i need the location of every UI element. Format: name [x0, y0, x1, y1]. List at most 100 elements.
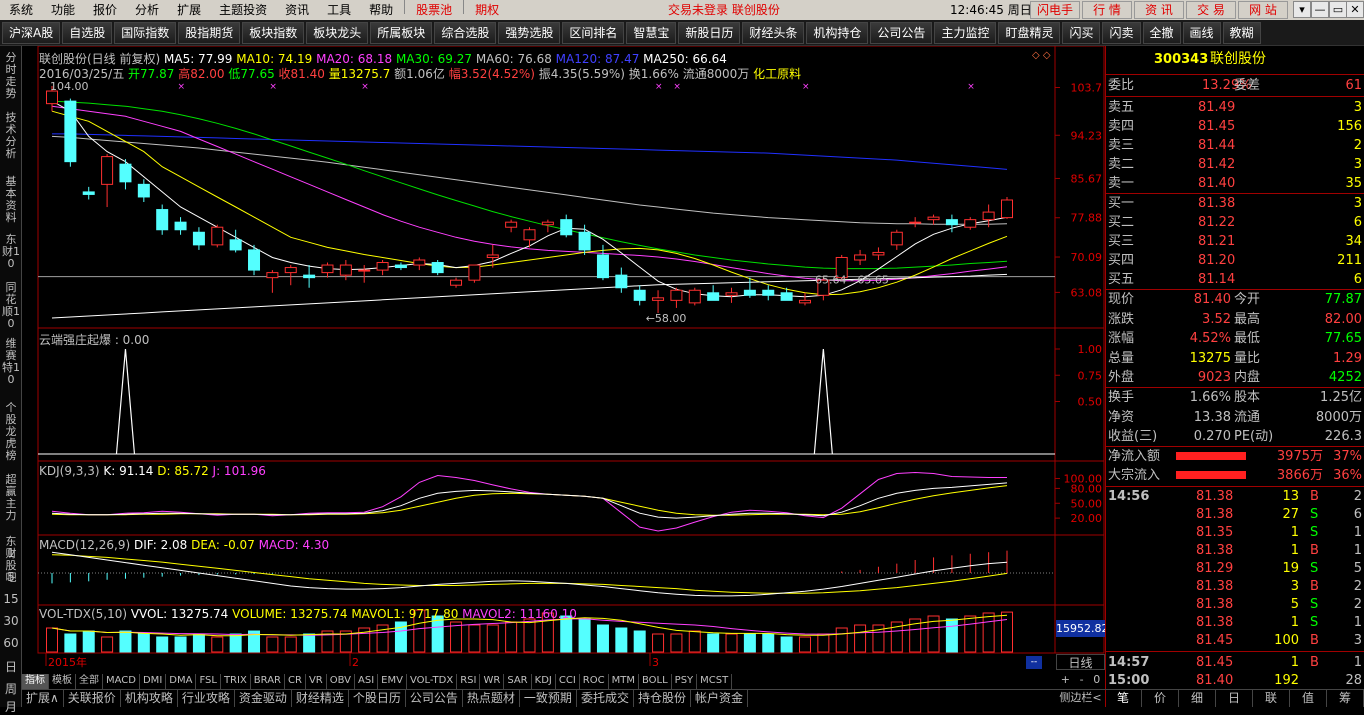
menu-item-6[interactable]: 资讯: [276, 0, 318, 20]
left-nav-2[interactable]: 基本资料: [2, 176, 20, 228]
toolbar-button-14[interactable]: 公司公告: [870, 21, 933, 44]
indicator-tab-16[interactable]: WR: [480, 673, 505, 689]
chart-canvas[interactable]: 103.794.2385.6777.8870.0963.08104.00←58.…: [22, 46, 1105, 673]
toolbar-button-13[interactable]: 机构持仓: [806, 21, 869, 44]
status-tab-3[interactable]: 行业攻略: [178, 690, 235, 707]
website-button[interactable]: 网 站: [1238, 1, 1288, 19]
period-5[interactable]: 日: [0, 658, 22, 675]
period-label[interactable]: 日线: [1056, 654, 1105, 670]
toolbar-button-19[interactable]: 全撤: [1142, 21, 1181, 44]
indicator-tab-20[interactable]: ROC: [580, 673, 609, 689]
toolbar-button-4[interactable]: 板块指数: [242, 21, 305, 44]
indicator-tab-22[interactable]: BOLL: [639, 673, 672, 689]
menu-item-7[interactable]: 工具: [318, 0, 360, 20]
status-tab-1[interactable]: 关联报价: [64, 690, 121, 707]
toolbar-button-12[interactable]: 财经头条: [742, 21, 805, 44]
quote-tab-4[interactable]: 联: [1253, 690, 1290, 707]
indicator-tab-6[interactable]: FSL: [196, 673, 221, 689]
indicator-tab-21[interactable]: MTM: [609, 673, 639, 689]
period-6[interactable]: 周: [0, 680, 22, 697]
close-icon[interactable]: ✕: [1346, 1, 1364, 18]
indicator-tab-23[interactable]: PSY: [672, 673, 698, 689]
indicator-tab-17[interactable]: SAR: [504, 673, 532, 689]
quote-button[interactable]: 行 情: [1082, 1, 1132, 19]
toolbar-button-11[interactable]: 新股日历: [678, 21, 741, 44]
toolbar-button-6[interactable]: 所属板块: [370, 21, 433, 44]
trade-button[interactable]: 交 易: [1186, 1, 1236, 19]
status-tab-10[interactable]: 委托成交: [577, 690, 634, 707]
left-nav-6[interactable]: 个股龙虎榜: [2, 402, 20, 470]
menu-red-item-0[interactable]: 股票池: [407, 0, 461, 20]
indicator-tab-24[interactable]: MCST: [697, 673, 733, 689]
toolbar-button-3[interactable]: 股指期货: [178, 21, 241, 44]
indicator-tab-3[interactable]: MACD: [103, 673, 140, 689]
quote-tab-0[interactable]: 笔: [1105, 690, 1142, 707]
maximize-icon[interactable]: ▭: [1329, 1, 1347, 18]
period-4[interactable]: 60: [0, 636, 22, 650]
indicator-tab-9[interactable]: CR: [285, 673, 306, 689]
toolbar-button-2[interactable]: 国际指数: [114, 21, 177, 44]
status-tab-12[interactable]: 帐户资金: [691, 690, 748, 707]
toolbar-button-16[interactable]: 盯盘精灵: [998, 21, 1061, 44]
indicator-tab-2[interactable]: 全部: [76, 673, 103, 689]
menu-item-8[interactable]: 帮助: [360, 0, 402, 20]
quote-tab-1[interactable]: 价: [1142, 690, 1179, 707]
period-2[interactable]: 15: [0, 592, 22, 606]
indicator-tab-5[interactable]: DMA: [166, 673, 197, 689]
reset-icon[interactable]: 0: [1093, 673, 1100, 689]
status-tab-5[interactable]: 财经精选: [292, 690, 349, 707]
period-1[interactable]: 5: [0, 570, 22, 584]
status-tab-6[interactable]: 个股日历: [349, 690, 406, 707]
status-tab-0[interactable]: 扩展∧: [22, 690, 64, 707]
left-nav-4[interactable]: 同花顺10: [2, 282, 20, 334]
toolbar-button-7[interactable]: 综合选股: [434, 21, 497, 44]
dropdown-icon[interactable]: ▾: [1293, 1, 1311, 18]
toolbar-button-21[interactable]: 教糊: [1222, 21, 1261, 44]
left-nav-1[interactable]: 技术分析: [2, 112, 20, 170]
indicator-tab-7[interactable]: TRIX: [221, 673, 251, 689]
toolbar-button-20[interactable]: 画线: [1182, 21, 1221, 44]
zoom-out-icon[interactable]: -: [1080, 673, 1084, 689]
sidebar-toggle[interactable]: 侧边栏<: [1056, 690, 1105, 707]
status-tab-7[interactable]: 公司公告: [406, 690, 463, 707]
minimize-icon[interactable]: —: [1311, 1, 1329, 18]
indicator-tab-8[interactable]: BRAR: [251, 673, 285, 689]
toolbar-button-17[interactable]: 闪买: [1062, 21, 1101, 44]
menu-item-1[interactable]: 功能: [42, 0, 84, 20]
toolbar-button-5[interactable]: 板块龙头: [306, 21, 369, 44]
quote-tab-2[interactable]: 细: [1179, 690, 1216, 707]
indicator-tab-10[interactable]: VR: [306, 673, 327, 689]
toolbar-button-15[interactable]: 主力监控: [934, 21, 997, 44]
indicator-tab-19[interactable]: CCI: [556, 673, 580, 689]
status-tab-4[interactable]: 资金驱动: [235, 690, 292, 707]
menu-item-2[interactable]: 报价: [84, 0, 126, 20]
quote-tab-5[interactable]: 值: [1290, 690, 1327, 707]
indicator-tab-15[interactable]: RSI: [457, 673, 481, 689]
chart-area[interactable]: 103.7 94.23 85.67 77.88 70.09 63.08 104.00 ←58.…: [22, 46, 1109, 686]
left-nav-0[interactable]: 分时走势: [2, 52, 20, 110]
toolbar-button-8[interactable]: 强势选股: [498, 21, 561, 44]
zoom-in-icon[interactable]: +: [1061, 673, 1070, 689]
period-0[interactable]: 1: [0, 546, 22, 560]
indicator-tab-0[interactable]: 指标: [22, 673, 49, 689]
indicator-tab-1[interactable]: 模板: [49, 673, 76, 689]
left-nav-7[interactable]: 超赢主力: [2, 474, 20, 532]
menu-item-5[interactable]: 主题投资: [210, 0, 276, 20]
left-nav-5[interactable]: 维赛特10: [2, 338, 20, 398]
menu-item-0[interactable]: 系统: [0, 0, 42, 20]
status-tab-2[interactable]: 机构攻略: [121, 690, 178, 707]
flash-trade-button[interactable]: 闪电手: [1030, 1, 1080, 19]
indicator-tab-13[interactable]: EMV: [378, 673, 407, 689]
toolbar-button-10[interactable]: 智慧宝: [626, 21, 677, 44]
quote-tab-3[interactable]: 日: [1216, 690, 1253, 707]
status-tab-8[interactable]: 热点题材: [463, 690, 520, 707]
menu-red-item-1[interactable]: 期权: [466, 0, 508, 20]
status-tab-9[interactable]: 一致预期: [520, 690, 577, 707]
left-nav-3[interactable]: 东财10: [2, 234, 20, 278]
indicator-tab-4[interactable]: DMI: [140, 673, 167, 689]
scroll-marker[interactable]: --: [1026, 656, 1042, 669]
indicator-tab-11[interactable]: OBV: [327, 673, 355, 689]
period-3[interactable]: 30: [0, 614, 22, 628]
indicator-tab-12[interactable]: ASI: [355, 673, 379, 689]
menu-item-4[interactable]: 扩展: [168, 0, 210, 20]
